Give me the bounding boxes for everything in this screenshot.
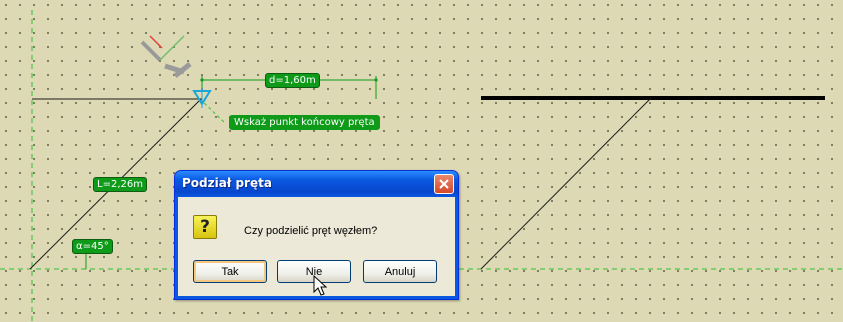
- close-button[interactable]: [434, 174, 454, 194]
- dimension-point-left: [200, 78, 204, 82]
- mouse-cursor-icon: [313, 275, 328, 296]
- close-icon: [439, 179, 449, 189]
- dialog-title: Podział pręta: [182, 176, 272, 190]
- cancel-button[interactable]: Anuluj: [363, 260, 437, 283]
- dialog-message: Czy podzielić pręt węzłem?: [244, 225, 378, 237]
- dimension-point-right: [374, 78, 378, 82]
- support-symbol-icon: [140, 35, 192, 78]
- bar-right-diagonal: [480, 97, 652, 270]
- hint-tooltip: Wskaż punkt końcowy pręta: [229, 115, 380, 130]
- snap-marker-icon: [192, 88, 212, 108]
- question-icon: ?: [193, 215, 217, 239]
- yes-button[interactable]: Tak: [193, 260, 267, 283]
- dialog-titlebar[interactable]: Podział pręta: [175, 171, 458, 197]
- length-label: L=2,26m: [93, 177, 147, 192]
- angle-label: α=45°: [72, 239, 113, 254]
- dimension-label-d: d=1,60m: [265, 73, 320, 88]
